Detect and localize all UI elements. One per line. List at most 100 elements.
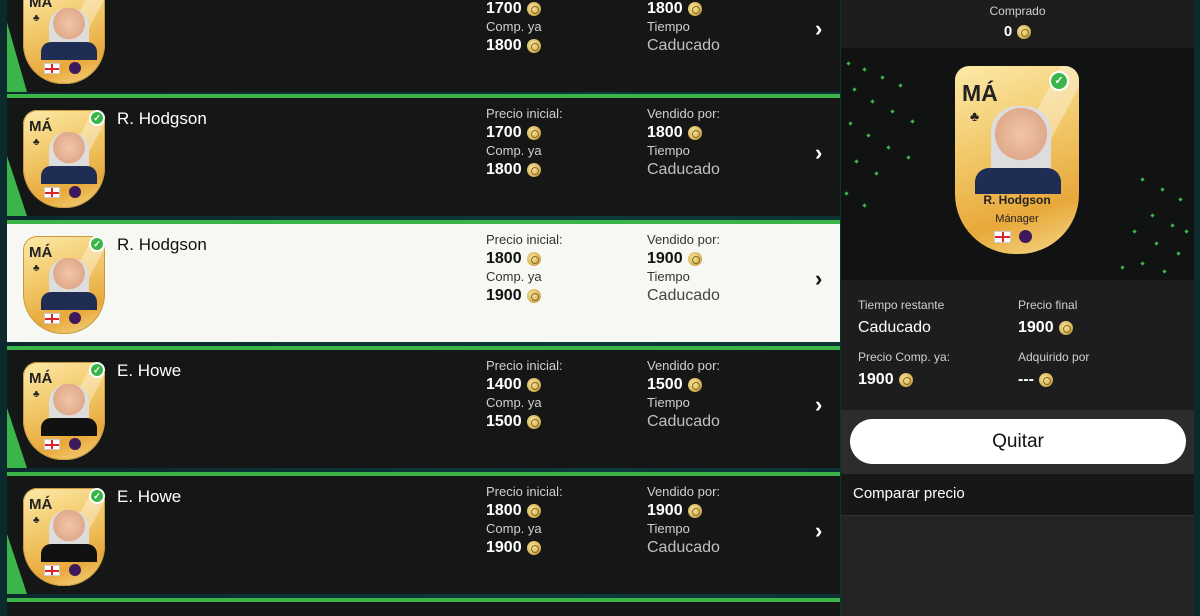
acquired-label: Adquirido por <box>1018 350 1090 364</box>
start-price-value: 1800 <box>486 249 636 268</box>
list-item-selected[interactable]: MÁ ♣ ✓ R. Hodgson Precio inicial: 1800 C… <box>7 220 840 342</box>
time-label: Tiempo <box>647 269 690 284</box>
list-item-partial <box>7 598 840 616</box>
coin-icon <box>1017 24 1032 39</box>
premier-league-icon <box>69 186 81 198</box>
sold-for-value: 1800 <box>647 123 797 142</box>
coin-icon <box>526 162 541 177</box>
card-position: MÁ <box>29 0 53 11</box>
buy-now-label: Comp. ya <box>486 19 542 34</box>
buy-now-value: 1500 <box>486 412 636 431</box>
player-card-large: MÁ ♣ R. Hodgson Mánager <box>955 66 1079 254</box>
time-left: Tiempo restante Caducado <box>858 298 1018 338</box>
card-position: MÁ <box>29 370 53 387</box>
check-icon: ✓ <box>89 236 105 252</box>
coin-icon <box>1058 321 1073 335</box>
card-role: Mánager <box>995 213 1039 225</box>
coin-icon <box>526 503 541 518</box>
buy-now-value: 1900 <box>486 286 636 305</box>
card-position: MÁ <box>29 118 53 135</box>
coin-icon <box>687 377 702 392</box>
transfer-list: MÁ ♣ Precio inicial: 1700 Comp. ya 1800 … <box>7 0 840 616</box>
sale-column: Vendido por: 1900 Tiempo Caducado <box>647 231 797 305</box>
card-player-name: R. Hodgson <box>983 193 1051 207</box>
status-text: Caducado <box>647 287 720 304</box>
player-name: E. Howe <box>117 487 182 506</box>
club-icon: ♣ <box>33 263 40 274</box>
panel-empty-area <box>841 516 1194 616</box>
coin-icon <box>687 125 702 140</box>
club-icon: ♣ <box>33 137 40 148</box>
time-label: Tiempo <box>647 143 690 158</box>
remove-button[interactable]: Quitar <box>850 419 1186 464</box>
sold-for-value: 1900 <box>647 501 797 520</box>
start-price-value: 1400 <box>486 375 636 394</box>
bought-summary: Comprado 0 <box>841 0 1194 48</box>
bought-label: Comprado <box>989 4 1046 18</box>
coin-icon <box>687 503 702 518</box>
sale-column: Vendido por: 1900 Tiempo Caducado <box>647 483 797 557</box>
coin-icon <box>1038 373 1053 387</box>
chevron-right-icon[interactable]: › <box>815 392 822 418</box>
sold-for-label: Vendido por: <box>647 232 721 247</box>
player-card: MÁ ♣ <box>23 0 105 84</box>
card-preview: MÁ ♣ R. Hodgson Mánager ✓ <box>841 48 1194 280</box>
premier-league-icon <box>69 62 81 74</box>
coin-icon <box>687 251 702 266</box>
england-flag-icon <box>45 440 59 449</box>
buy-now-price-label: Precio Comp. ya: <box>858 350 951 364</box>
coin-icon <box>526 377 541 392</box>
list-item[interactable]: MÁ ♣ Precio inicial: 1700 Comp. ya 1800 … <box>7 0 840 92</box>
final-price-label: Precio final <box>1018 298 1078 312</box>
status-text: Caducado <box>647 161 720 178</box>
player-name: R. Hodgson <box>117 235 207 254</box>
england-flag-icon <box>995 232 1010 242</box>
chevron-right-icon[interactable]: › <box>815 266 822 292</box>
card-position: MÁ <box>29 244 53 261</box>
final-price: Precio final 1900 <box>1018 298 1178 338</box>
england-flag-icon <box>45 188 59 197</box>
england-flag-icon <box>45 64 59 73</box>
time-label: Tiempo <box>647 19 690 34</box>
buy-now-label: Comp. ya <box>486 521 542 536</box>
premier-league-icon <box>69 438 81 450</box>
coin-icon <box>526 38 541 53</box>
start-price-label: Precio inicial: <box>486 106 563 121</box>
club-icon: ♣ <box>970 108 980 124</box>
status-text: Caducado <box>647 37 720 54</box>
player-portrait <box>991 106 1051 176</box>
sold-for-label: Vendido por: <box>647 484 721 499</box>
chevron-right-icon[interactable]: › <box>815 16 822 42</box>
price-column: Precio inicial: 1800 Comp. ya 1900 <box>486 483 636 557</box>
start-price-label: Precio inicial: <box>486 484 563 499</box>
price-column: Precio inicial: 1700 Comp. ya 1800 <box>486 105 636 179</box>
time-label: Tiempo <box>647 521 690 536</box>
price-column: Precio inicial: 1700 Comp. ya 1800 <box>486 0 636 55</box>
sold-for-value: 1500 <box>647 375 797 394</box>
compare-price-button[interactable]: Comparar precio <box>841 474 1194 516</box>
price-column: Precio inicial: 1400 Comp. ya 1500 <box>486 357 636 431</box>
buy-now-label: Comp. ya <box>486 143 542 158</box>
buy-now-value: 1800 <box>486 36 636 55</box>
start-price-label: Precio inicial: <box>486 358 563 373</box>
sold-for-value: 1800 <box>647 0 797 18</box>
chevron-right-icon[interactable]: › <box>815 140 822 166</box>
final-price-value: 1900 <box>1018 318 1178 338</box>
coin-icon <box>687 1 702 16</box>
sale-details: Tiempo restante Caducado Precio final 19… <box>841 280 1194 410</box>
list-item[interactable]: MÁ ♣ ✓ E. Howe Precio inicial: 1800 Comp… <box>7 472 840 594</box>
action-bar: Quitar <box>841 410 1194 474</box>
start-price-value: 1800 <box>486 501 636 520</box>
england-flag-icon <box>45 314 59 323</box>
buy-now-label: Comp. ya <box>486 269 542 284</box>
status-text: Caducado <box>647 539 720 556</box>
buy-now-value: 1900 <box>486 538 636 557</box>
check-icon: ✓ <box>1049 71 1069 91</box>
coin-icon <box>526 1 541 16</box>
list-item[interactable]: MÁ ♣ ✓ R. Hodgson Precio inicial: 1700 C… <box>7 94 840 216</box>
list-item[interactable]: MÁ ♣ ✓ E. Howe Precio inicial: 1400 Comp… <box>7 346 840 468</box>
start-price-value: 1700 <box>486 123 636 142</box>
coin-icon <box>526 288 541 303</box>
premier-league-icon <box>1019 230 1032 243</box>
chevron-right-icon[interactable]: › <box>815 518 822 544</box>
